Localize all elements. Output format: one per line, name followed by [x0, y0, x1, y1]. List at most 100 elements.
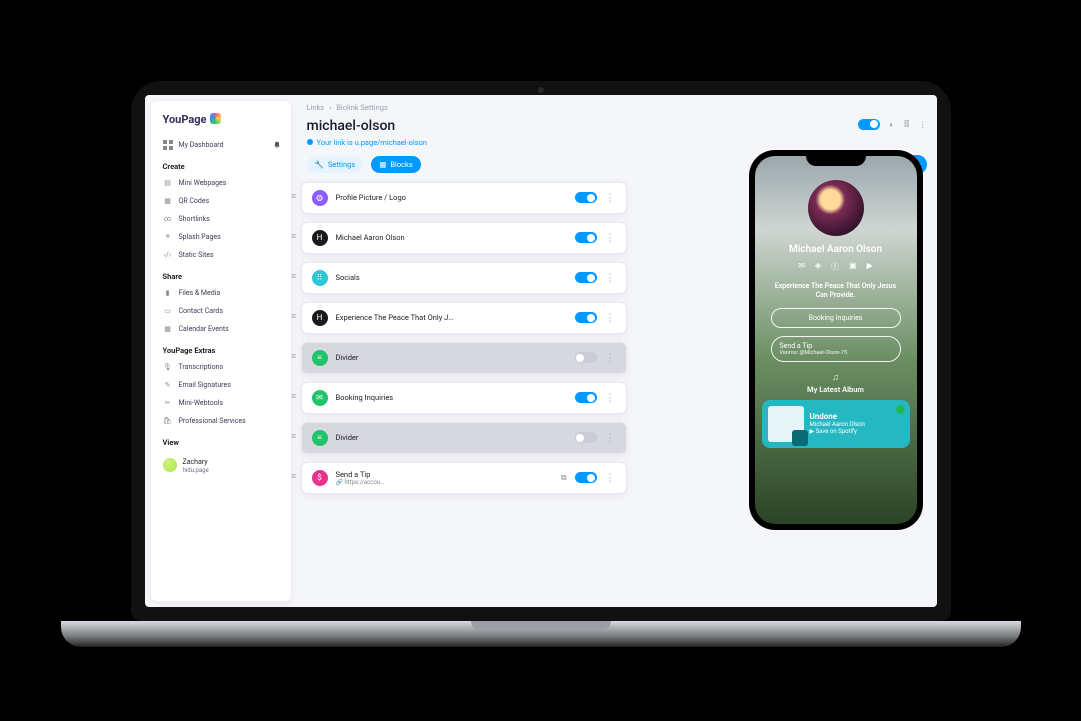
mic-icon: 🎙	[163, 362, 173, 372]
block-type-icon: ⠿	[312, 270, 328, 286]
sidebar-item-shortlinks[interactable]: ∞Shortlinks	[161, 210, 281, 228]
file-icon: ▮	[163, 288, 173, 298]
sidebar-item-label: Mini-Webtools	[179, 399, 224, 407]
sidebar-item-email-sigs[interactable]: ✎Email Signatures	[161, 376, 281, 394]
sidebar-item-transcriptions[interactable]: 🎙Transcriptions	[161, 358, 281, 376]
block-more-icon[interactable]: ⋮	[605, 391, 616, 404]
sidebar-user[interactable]: Zachary hidu.page	[161, 454, 281, 478]
block-more-icon[interactable]: ⋮	[605, 231, 616, 244]
preview-tagline: Experience The Peace That Only Jesus Can…	[771, 282, 901, 300]
preview-name: Michael Aaron Olson	[789, 244, 882, 255]
sidebar-item-pro-services[interactable]: 🛍Professional Services	[161, 412, 281, 430]
preview-booking-button[interactable]: Booking Inquiries	[771, 308, 901, 328]
sidebar-item-label: Contact Cards	[179, 307, 223, 315]
sidebar-item-splash-pages[interactable]: 𖦹Splash Pages	[161, 228, 281, 246]
sidebar-item-contact-cards[interactable]: ▭Contact Cards	[161, 302, 281, 320]
block-toggle[interactable]	[575, 352, 597, 363]
drag-handle-icon[interactable]: ≡	[291, 193, 299, 202]
block-toggle[interactable]	[575, 432, 597, 443]
wrench-icon: 🔧	[315, 160, 324, 169]
sidebar-item-mini-webpages[interactable]: ▤Mini Webpages	[161, 174, 281, 192]
sidebar-item-label: Shortlinks	[179, 215, 210, 223]
spotify-card[interactable]: Undone Michael Aaron Olson ▶ Save on Spo…	[762, 400, 910, 448]
public-link-text: Your link is u.page/michael-olson	[317, 138, 428, 147]
drag-handle-icon[interactable]: ≡	[291, 313, 299, 322]
block-toggle[interactable]	[575, 392, 597, 403]
music-icon: ♫	[832, 372, 839, 383]
tab-settings[interactable]: 🔧 Settings	[307, 156, 364, 173]
sidebar-item-dashboard[interactable]: My Dashboard	[161, 136, 226, 154]
block-toggle[interactable]	[575, 232, 597, 243]
laptop-frame: YouPage My Dashboard Create ▤Mini Webpag…	[131, 81, 951, 621]
facebook-icon[interactable]: ⓕ	[831, 261, 839, 272]
brand-name: YouPage	[163, 113, 207, 126]
album-art	[768, 406, 804, 442]
block-row[interactable]: ≡ Divider ⋮	[301, 422, 627, 454]
public-link-row[interactable]: Your link is u.page/michael-olson	[307, 138, 927, 147]
drag-handle-icon[interactable]: ≡	[291, 353, 299, 362]
page-title: michael-olson	[307, 118, 927, 134]
drag-handle-icon[interactable]: ≡	[291, 233, 299, 242]
mail-icon[interactable]: ✉	[798, 261, 805, 272]
drag-handle-icon[interactable]: ≡	[291, 433, 299, 442]
block-type-icon: ≡	[312, 350, 328, 366]
phone-preview: Michael Aaron Olson ✉ ◈ ⓕ ▣ ▶ Experience…	[749, 150, 923, 530]
block-type-icon: ≡	[312, 430, 328, 446]
block-row[interactable]: ⠿Socials⋮	[301, 262, 627, 294]
drag-handle-icon[interactable]: ≡	[291, 273, 299, 282]
sidebar-item-mini-webtools[interactable]: ✂Mini-Webtools	[161, 394, 281, 412]
block-toggle[interactable]	[575, 472, 597, 483]
instagram-icon[interactable]: ▣	[849, 261, 857, 272]
block-toggle[interactable]	[575, 272, 597, 283]
sidebar-item-static-sites[interactable]: ‹/›Static Sites	[161, 246, 281, 264]
block-row[interactable]: $Send a Tip🔗 https://accou…⧉⋮	[301, 462, 627, 494]
block-row[interactable]: ≡Divider⋮	[301, 342, 627, 374]
block-label: Send a Tip🔗 https://accou…	[336, 470, 554, 486]
more-icon[interactable]: ⋮	[919, 120, 927, 129]
block-label: Divider	[336, 433, 559, 442]
breadcrumb-links[interactable]: Links	[307, 103, 325, 112]
bell-icon[interactable]	[273, 141, 281, 149]
block-row[interactable]: HExperience The Peace That Only J…⋮	[301, 302, 627, 334]
block-toggle[interactable]	[575, 312, 597, 323]
sidebar-item-files-media[interactable]: ▮Files & Media	[161, 284, 281, 302]
phone-notch	[806, 156, 866, 166]
block-more-icon[interactable]: ⋮	[605, 191, 616, 204]
sidebar: YouPage My Dashboard Create ▤Mini Webpag…	[151, 101, 291, 601]
block-label: Profile Picture / Logo	[336, 193, 559, 202]
block-type-icon: H	[312, 230, 328, 246]
block-more-icon[interactable]: ⋮	[605, 471, 616, 484]
page-active-toggle[interactable]	[858, 119, 880, 130]
block-type-icon: ✉	[312, 390, 328, 406]
sidebar-item-calendar[interactable]: ▦Calendar Events	[161, 320, 281, 338]
block-more-icon[interactable]: ⋮	[605, 271, 616, 284]
brand-mark-icon	[210, 113, 221, 124]
tab-blocks[interactable]: ▦ Blocks	[371, 156, 420, 173]
block-label: Booking Inquiries	[336, 393, 559, 402]
preview-tip-title: Send a Tip	[780, 342, 813, 350]
block-row[interactable]: H Michael Aaron Olson ⋮	[301, 222, 627, 254]
block-row[interactable]: ✉ Booking Inquiries ⋮	[301, 382, 627, 414]
grid-icon: ▦	[379, 160, 386, 169]
block-toggle[interactable]	[575, 192, 597, 203]
block-label: Michael Aaron Olson	[336, 233, 559, 242]
brand-logo[interactable]: YouPage	[163, 113, 281, 126]
breadcrumb-settings[interactable]: Biolink Settings	[336, 103, 388, 112]
breadcrumb: Links › Biolink Settings	[307, 103, 927, 112]
copy-icon[interactable]: ⧉	[561, 473, 566, 483]
main-panel: Links › Biolink Settings michael-olson Y…	[291, 95, 937, 607]
block-more-icon[interactable]: ⋮	[605, 311, 616, 324]
block-more-icon[interactable]: ⋮	[605, 431, 616, 444]
youtube-icon[interactable]: ▶	[867, 261, 873, 272]
twitter-icon[interactable]: ◈	[815, 261, 821, 272]
stats-icon[interactable]: ⫿⫿	[904, 119, 909, 129]
block-more-icon[interactable]: ⋮	[605, 351, 616, 364]
spotify-cta: ▶ Save on Spotify	[810, 428, 865, 435]
preview-tip-button[interactable]: Send a Tip Venmo: @Michael-Olson-75	[771, 336, 901, 362]
brief-icon: 🛍	[163, 416, 173, 426]
drag-handle-icon[interactable]: ≡	[291, 473, 299, 482]
theme-icon[interactable]: ◐	[890, 120, 895, 129]
drag-handle-icon[interactable]: ≡	[291, 393, 299, 402]
sidebar-item-qr-codes[interactable]: ▦QR Codes	[161, 192, 281, 210]
block-row[interactable]: ◍Profile Picture / Logo⋮	[301, 182, 627, 214]
